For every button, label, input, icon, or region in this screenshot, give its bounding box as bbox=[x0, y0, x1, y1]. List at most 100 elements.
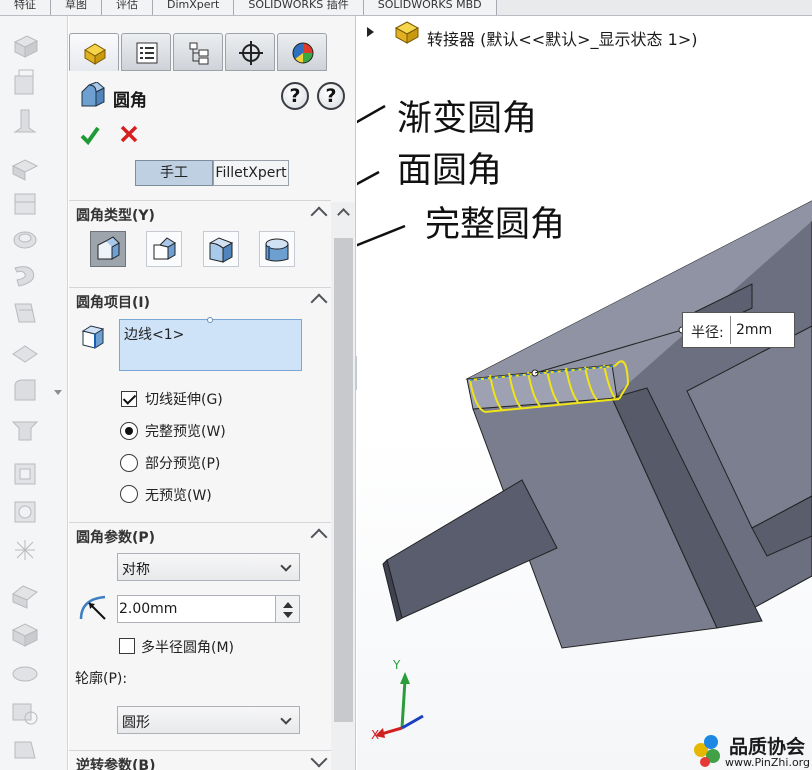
full-preview-label: 完整预览(W) bbox=[145, 424, 226, 440]
tab-configuration-manager[interactable] bbox=[173, 33, 223, 71]
collapse-chevron-icon[interactable] bbox=[310, 528, 328, 546]
display-sphere-icon bbox=[292, 42, 314, 64]
radius-callout[interactable]: 半径: 2mm bbox=[682, 312, 795, 348]
manager-tabs bbox=[69, 33, 355, 71]
tab-dimxpert-manager[interactable] bbox=[225, 33, 275, 71]
annotation-face-fillet: 面圆角 bbox=[397, 151, 503, 191]
instant3d-icon[interactable] bbox=[9, 656, 41, 688]
linear-pattern-icon[interactable] bbox=[9, 412, 41, 444]
tab-sketch[interactable]: 草图 bbox=[51, 0, 102, 15]
feature-tree-root[interactable]: 转接器 (默认<<默认>_显示状态 1>) bbox=[427, 26, 697, 50]
draft-icon[interactable] bbox=[9, 732, 41, 764]
extrude-cut-icon[interactable] bbox=[9, 152, 41, 184]
sweep-icon[interactable] bbox=[9, 106, 41, 138]
section-reverse-parameters[interactable]: 逆转参数(B) bbox=[69, 750, 331, 770]
triad-y-label: Y bbox=[393, 658, 401, 672]
section-fillet-parameters[interactable]: 圆角参数(P) bbox=[69, 522, 331, 546]
crosshair-icon bbox=[239, 41, 263, 65]
tab-features[interactable]: 特征 bbox=[0, 0, 51, 15]
fillet-feature-icon bbox=[81, 82, 105, 107]
constant-size-fillet-button[interactable] bbox=[90, 231, 126, 267]
fillet-method-dropdown[interactable]: 对称 bbox=[117, 553, 300, 581]
radius-icon bbox=[79, 595, 106, 620]
profile-dropdown[interactable]: 圆形 bbox=[117, 706, 300, 734]
face-fillet-icon bbox=[209, 237, 234, 263]
lofted-cut-icon[interactable] bbox=[9, 298, 41, 330]
tab-feature-manager[interactable] bbox=[69, 33, 119, 71]
collapse-chevron-icon[interactable] bbox=[310, 206, 328, 224]
variable-fillet-icon bbox=[153, 237, 176, 260]
section-fillet-items[interactable]: 圆角项目(I) bbox=[69, 287, 331, 311]
multi-radius-checkbox[interactable] bbox=[119, 638, 135, 654]
ok-check-icon[interactable] bbox=[79, 124, 101, 146]
help-icon[interactable]: ? bbox=[317, 82, 345, 110]
annotation-variable-fillet: 渐变圆角 bbox=[397, 99, 538, 139]
no-preview-label: 无预览(W) bbox=[145, 488, 212, 504]
whats-new-help-icon[interactable]: ? bbox=[281, 82, 309, 110]
rib-icon[interactable] bbox=[9, 458, 41, 490]
hole-wizard-icon[interactable] bbox=[9, 188, 41, 220]
partial-preview-label: 部分预览(P) bbox=[145, 456, 221, 472]
scrollbar-thumb[interactable] bbox=[334, 238, 353, 722]
profile-label: 轮廓(P): bbox=[75, 671, 128, 687]
boundary-cut-icon[interactable] bbox=[9, 336, 41, 368]
triad-x-label: X bbox=[371, 728, 380, 742]
revolve-boss-icon[interactable] bbox=[9, 68, 41, 100]
callout-radius-input[interactable]: 2mm bbox=[730, 316, 792, 344]
swept-cut-icon[interactable] bbox=[9, 260, 41, 292]
tangent-propagation-label: 切线延伸(G) bbox=[145, 392, 223, 408]
property-list-icon bbox=[136, 42, 158, 64]
tangent-propagation-checkbox[interactable] bbox=[121, 391, 137, 407]
feature-tree-icon bbox=[84, 43, 106, 65]
tab-property-manager[interactable] bbox=[121, 33, 171, 71]
extrude-boss-icon[interactable] bbox=[9, 30, 41, 62]
partial-preview-radio[interactable] bbox=[120, 454, 138, 472]
revolve-cut-icon[interactable] bbox=[9, 224, 41, 256]
curves-icon[interactable] bbox=[9, 618, 41, 650]
radius-input[interactable]: 2.00mm bbox=[117, 595, 277, 623]
tab-mbd[interactable]: SOLIDWORKS MBD bbox=[363, 0, 497, 15]
intersect-icon[interactable] bbox=[9, 696, 41, 728]
full-preview-radio[interactable] bbox=[120, 422, 138, 440]
reference-geometry-icon[interactable] bbox=[9, 580, 41, 612]
spin-up-icon[interactable] bbox=[283, 602, 293, 608]
shell-icon[interactable] bbox=[9, 496, 41, 528]
tab-display-manager[interactable] bbox=[277, 33, 327, 71]
tab-dimxpert[interactable]: DimXpert bbox=[153, 0, 235, 15]
radius-spinner[interactable] bbox=[275, 595, 300, 623]
command-manager-tabs: 特征 草图 评估 DimXpert SOLIDWORKS 插件 SOLIDWOR… bbox=[0, 0, 812, 16]
chevron-down-icon bbox=[280, 713, 292, 725]
edge-selection-list[interactable]: 边线<1> bbox=[119, 317, 302, 371]
spin-down-icon[interactable] bbox=[283, 612, 293, 618]
fillet-icon[interactable] bbox=[9, 374, 41, 406]
scroll-up-icon[interactable] bbox=[337, 208, 350, 221]
watermark: 品质协会 www.PinZhi.org bbox=[687, 728, 812, 770]
annotation-full-round-fillet: 完整圆角 bbox=[425, 205, 566, 245]
no-preview-radio[interactable] bbox=[120, 485, 138, 503]
fillet-dropdown-arrow[interactable] bbox=[54, 390, 62, 395]
wrap-icon[interactable] bbox=[9, 534, 41, 566]
section-fillet-type[interactable]: 圆角类型(Y) bbox=[69, 200, 331, 224]
expand-chevron-icon[interactable] bbox=[310, 750, 328, 768]
part-icon[interactable] bbox=[393, 18, 421, 46]
filletxpert-mode-button[interactable]: FilletXpert bbox=[213, 160, 289, 186]
graphics-area[interactable]: 转接器 (默认<<默认>_显示状态 1>) 渐变圆角 面圆角 完整圆角 半径: … bbox=[357, 16, 812, 770]
chevron-down-icon bbox=[280, 560, 292, 572]
tab-evaluate[interactable]: 评估 bbox=[102, 0, 153, 15]
collapse-chevron-icon[interactable] bbox=[310, 293, 328, 311]
cancel-x-icon[interactable] bbox=[119, 124, 139, 144]
tree-expand-arrow[interactable] bbox=[367, 27, 374, 37]
variable-size-fillet-button[interactable] bbox=[146, 231, 182, 267]
full-round-fillet-icon bbox=[265, 238, 289, 262]
configuration-icon bbox=[189, 42, 209, 65]
watermark-logo-icon bbox=[694, 735, 720, 767]
manual-mode-button[interactable]: 手工 bbox=[135, 160, 213, 186]
multi-radius-label: 多半径圆角(M) bbox=[141, 640, 235, 656]
property-manager-scrollbar[interactable] bbox=[331, 202, 355, 770]
full-round-fillet-button[interactable] bbox=[259, 231, 295, 267]
property-manager: 圆角 ? ? 手工 FilletXpert 圆角类型(Y) 圆角项目(I) 边线… bbox=[69, 16, 356, 770]
face-fillet-button[interactable] bbox=[203, 231, 239, 267]
resize-grip[interactable] bbox=[207, 317, 213, 323]
edge-list-item[interactable]: 边线<1> bbox=[124, 324, 184, 344]
tab-addins[interactable]: SOLIDWORKS 插件 bbox=[234, 0, 364, 15]
